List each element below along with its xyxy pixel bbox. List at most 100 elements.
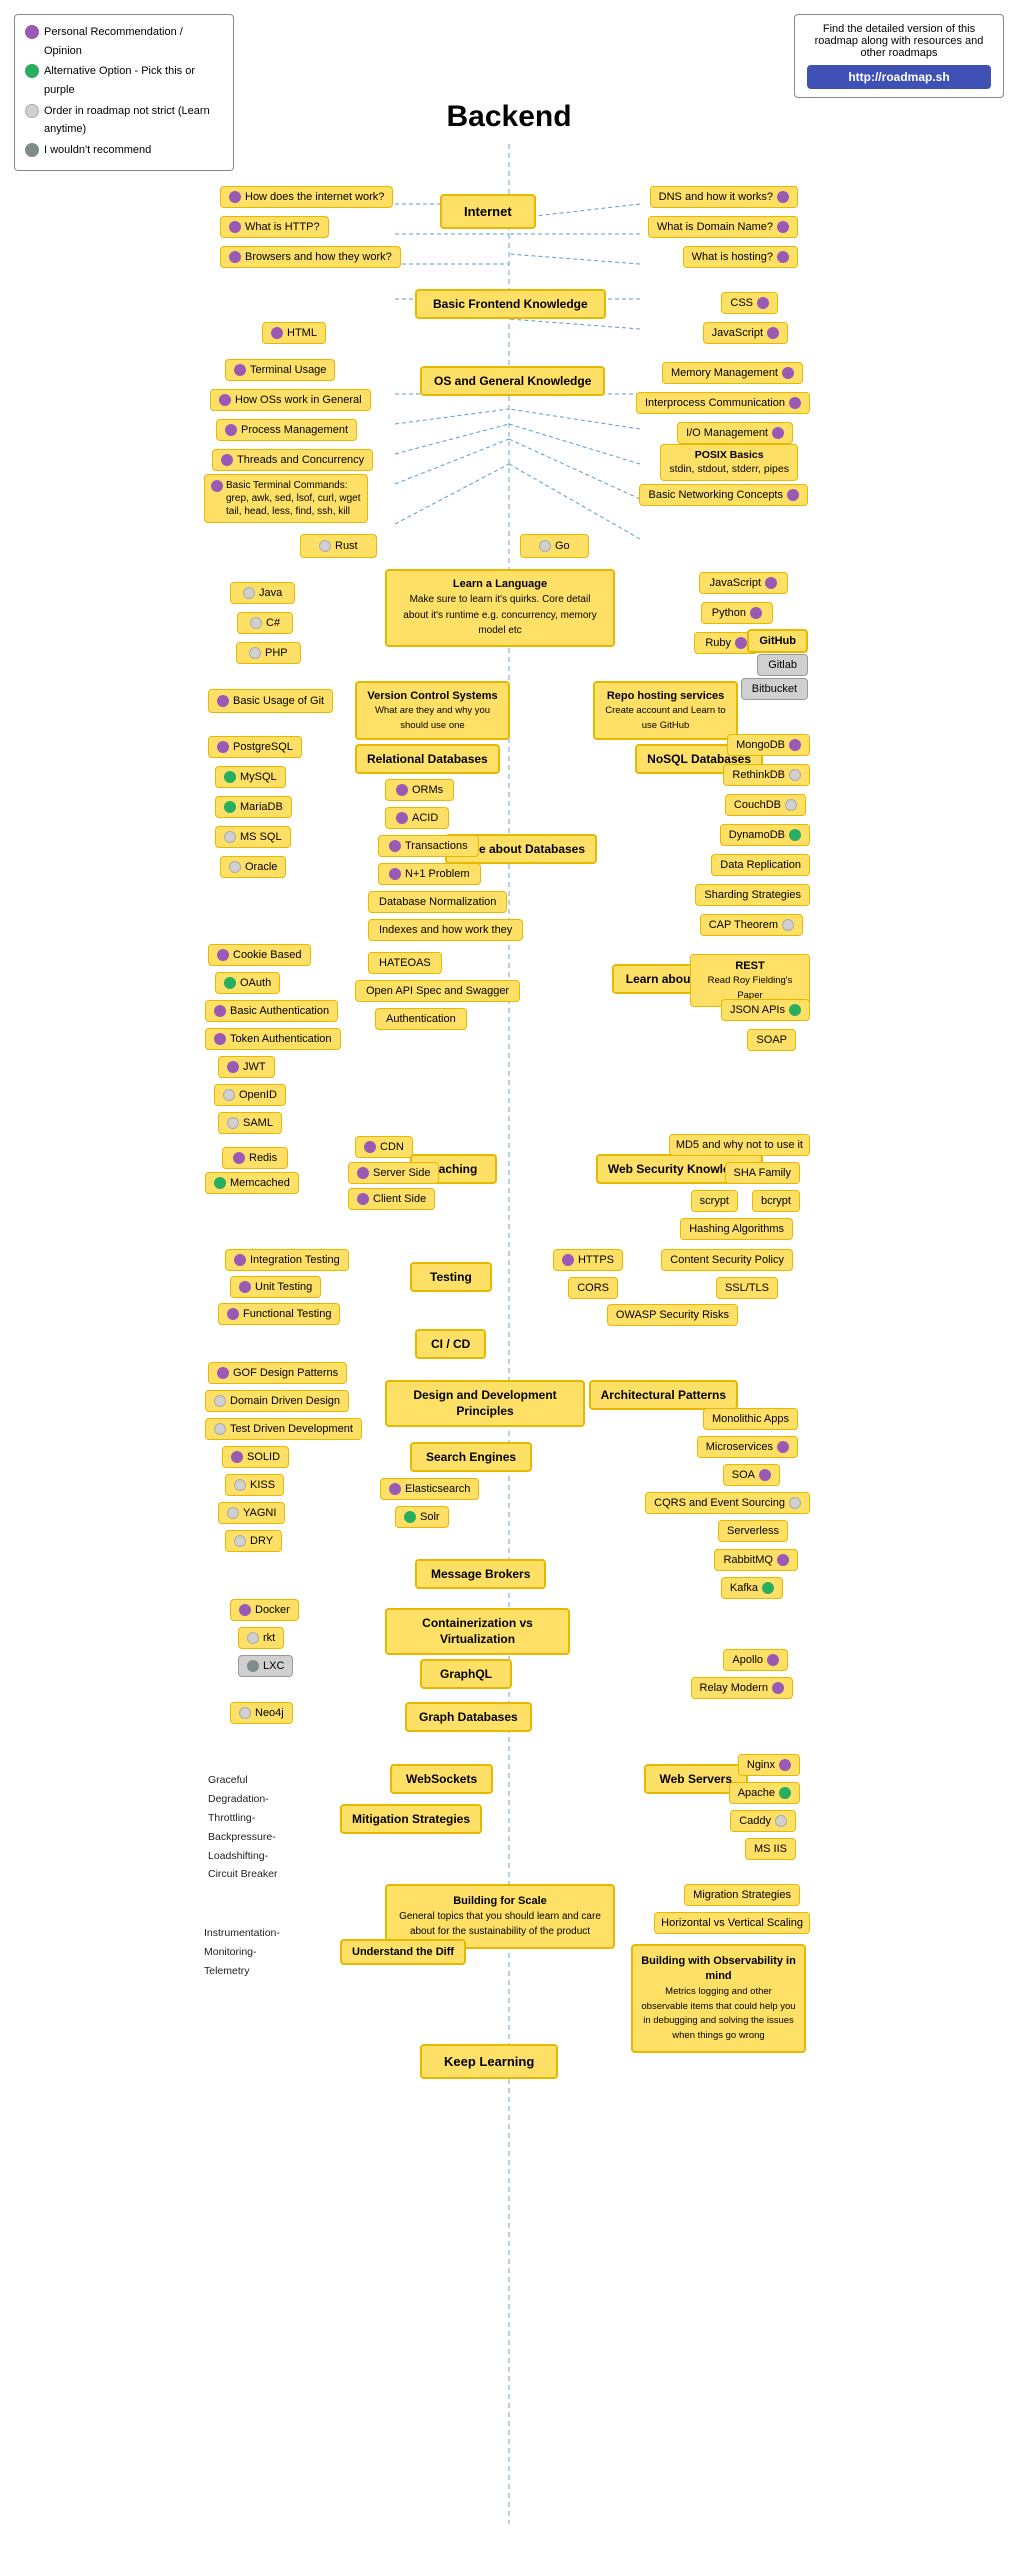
node-graphql: GraphQL bbox=[420, 1659, 512, 1689]
node-vcs: Version Control Systems What are they an… bbox=[355, 681, 510, 740]
node-arch-patterns: Architectural Patterns bbox=[589, 1380, 738, 1410]
node-javascript-fe: JavaScript bbox=[703, 322, 788, 344]
node-apache: Apache bbox=[729, 1782, 800, 1804]
node-message-brokers: Message Brokers bbox=[415, 1559, 546, 1589]
node-solr: Solr bbox=[395, 1506, 449, 1528]
node-mariadb: MariaDB bbox=[215, 796, 292, 818]
node-understand-diff: Understand the Diff bbox=[340, 1939, 466, 1965]
node-owasp: OWASP Security Risks bbox=[607, 1304, 738, 1326]
node-caddy: Caddy bbox=[730, 1810, 796, 1832]
node-repo-hosting: Repo hosting services Create account and… bbox=[593, 681, 738, 740]
node-memory: Memory Management bbox=[662, 362, 803, 384]
node-json-api: JSON APIs bbox=[721, 999, 810, 1021]
node-authentication: Authentication bbox=[375, 1008, 467, 1030]
legend-item-2: Alternative Option - Pick this or purple bbox=[25, 62, 223, 99]
node-nginx: Nginx bbox=[738, 1754, 800, 1776]
node-graceful: Graceful Degradation- Throttling- Backpr… bbox=[204, 1769, 281, 1886]
legend-item-4: I wouldn't recommend bbox=[25, 141, 223, 160]
node-rkt: rkt bbox=[238, 1627, 284, 1649]
node-basic-terminal: Basic Terminal Commands:grep, awk, sed, … bbox=[204, 474, 368, 523]
node-n1: N+1 Problem bbox=[378, 863, 481, 885]
node-lxc: LXC bbox=[238, 1655, 293, 1677]
node-saml: SAML bbox=[218, 1112, 282, 1134]
node-serverless: Serverless bbox=[718, 1520, 788, 1542]
info-box-url[interactable]: http://roadmap.sh bbox=[807, 65, 991, 89]
node-dynamodb: DynamoDB bbox=[720, 824, 810, 846]
node-python: Python bbox=[701, 602, 773, 624]
node-testing: Testing bbox=[410, 1262, 492, 1292]
node-os: OS and General Knowledge bbox=[420, 366, 605, 396]
legend-label-3: Order in roadmap not strict (Learn anyti… bbox=[44, 102, 223, 139]
node-apollo: Apollo bbox=[723, 1649, 788, 1671]
node-php: PHP bbox=[236, 642, 301, 664]
node-csharp: C# bbox=[237, 612, 293, 634]
node-data-replication: Data Replication bbox=[711, 854, 810, 876]
node-process: Process Management bbox=[216, 419, 357, 441]
node-what-http: What is HTTP? bbox=[220, 216, 329, 238]
node-mysql: MySQL bbox=[215, 766, 286, 788]
node-websockets: WebSockets bbox=[390, 1764, 493, 1794]
node-gof: GOF Design Patterns bbox=[208, 1362, 347, 1384]
node-scrypt: scrypt bbox=[691, 1190, 738, 1212]
node-cqrs: CQRS and Event Sourcing bbox=[645, 1492, 810, 1514]
node-token-auth: Token Authentication bbox=[205, 1028, 341, 1050]
node-keep-learning: Keep Learning bbox=[420, 2044, 558, 2079]
info-box: Find the detailed version of this roadma… bbox=[794, 14, 1004, 98]
legend-item-3: Order in roadmap not strict (Learn anyti… bbox=[25, 102, 223, 139]
node-tdd: Test Driven Development bbox=[205, 1418, 362, 1440]
legend-item-1: Personal Recommendation / Opinion bbox=[25, 23, 223, 60]
node-domain: What is Domain Name? bbox=[648, 216, 798, 238]
node-neo4j: Neo4j bbox=[230, 1702, 293, 1724]
node-transactions: Transactions bbox=[378, 835, 479, 857]
node-html: HTML bbox=[262, 322, 326, 344]
info-box-text: Find the detailed version of this roadma… bbox=[815, 23, 984, 59]
node-terminal: Terminal Usage bbox=[225, 359, 335, 381]
node-mssql: MS SQL bbox=[215, 826, 291, 848]
node-csp: Content Security Policy bbox=[661, 1249, 793, 1271]
node-orms: ORMs bbox=[385, 779, 454, 801]
node-search-engines: Search Engines bbox=[410, 1442, 532, 1472]
node-instrumentation: Instrumentation- Monitoring- Telemetry bbox=[204, 1924, 280, 1981]
legend-label-4: I wouldn't recommend bbox=[44, 141, 151, 160]
node-mitigation: Mitigation Strategies bbox=[340, 1804, 482, 1834]
node-mongodb: MongoDB bbox=[727, 734, 810, 756]
node-yagni: YAGNI bbox=[218, 1502, 285, 1524]
node-go: Go bbox=[520, 534, 589, 558]
node-internet: Internet bbox=[440, 194, 536, 229]
lgray-icon bbox=[25, 104, 39, 118]
node-soap: SOAP bbox=[747, 1029, 796, 1051]
node-rabbitmq: RabbitMQ bbox=[714, 1549, 798, 1571]
node-io: I/O Management bbox=[677, 422, 793, 444]
node-posix: POSIX Basicsstdin, stdout, stderr, pipes bbox=[660, 444, 798, 481]
node-ssl: SSL/TLS bbox=[716, 1277, 778, 1299]
node-css: CSS bbox=[721, 292, 778, 314]
node-oracle: Oracle bbox=[220, 856, 286, 878]
node-redis: Redis bbox=[222, 1147, 288, 1169]
node-solid: SOLID bbox=[222, 1446, 289, 1468]
node-kiss: KISS bbox=[225, 1474, 284, 1496]
node-containerization: Containerization vs Virtualization bbox=[385, 1608, 570, 1655]
node-how-os: How OSs work in General bbox=[210, 389, 371, 411]
node-networking-concepts: Basic Networking Concepts bbox=[639, 484, 808, 506]
node-horizontal-scaling: Horizontal vs Vertical Scaling bbox=[654, 1912, 810, 1934]
node-hashing: Hashing Algorithms bbox=[680, 1218, 793, 1240]
node-db-normalization: Database Normalization bbox=[368, 891, 507, 913]
node-acid: ACID bbox=[385, 807, 449, 829]
node-https: HTTPS bbox=[553, 1249, 623, 1271]
node-cors: CORS bbox=[568, 1277, 618, 1299]
node-java: Java bbox=[230, 582, 295, 604]
node-msiis: MS IIS bbox=[745, 1838, 796, 1860]
green-icon bbox=[25, 64, 39, 78]
node-microservices: Microservices bbox=[697, 1436, 798, 1458]
node-functional-testing: Functional Testing bbox=[218, 1303, 340, 1325]
node-hateoas: HATEOAS bbox=[368, 952, 442, 974]
node-relay: Relay Modern bbox=[691, 1677, 793, 1699]
node-ddd: Domain Driven Design bbox=[205, 1390, 349, 1412]
node-md5: MD5 and why not to use it bbox=[669, 1134, 810, 1156]
purple-icon bbox=[25, 25, 39, 39]
node-bcrypt: bcrypt bbox=[752, 1190, 800, 1212]
node-hosting: What is hosting? bbox=[683, 246, 798, 268]
node-integration-testing: Integration Testing bbox=[225, 1249, 349, 1271]
node-cicd: CI / CD bbox=[415, 1329, 486, 1359]
node-cookie: Cookie Based bbox=[208, 944, 311, 966]
